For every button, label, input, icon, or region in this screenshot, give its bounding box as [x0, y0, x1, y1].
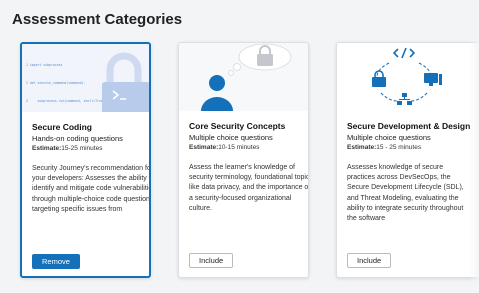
question-type: Multiple choice questions [189, 133, 273, 142]
card-description: Assess the learner's knowledge of securi… [189, 164, 309, 212]
include-button[interactable]: Include [189, 253, 234, 268]
remove-button[interactable]: Remove [32, 254, 80, 269]
person-icon [201, 75, 233, 111]
card-title: Core Security Concepts [189, 121, 286, 131]
include-button[interactable]: Include [347, 253, 392, 268]
card-secure-development-design[interactable]: Secure Development & Design Multiple cho… [336, 42, 479, 278]
network-icon [397, 93, 412, 105]
estimate: Estimate:15-25 minutes [32, 145, 102, 152]
estimate-label: Estimate: [189, 144, 219, 151]
estimate: Estimate:10-15 minutes [189, 144, 259, 151]
estimate: Estimate:15 - 25 minutes [347, 144, 421, 151]
computer-icon [424, 73, 442, 86]
estimate-value: 15-25 minutes [61, 145, 103, 152]
page-title: Assessment Categories [12, 11, 183, 28]
estimate-value: 15 - 25 minutes [376, 144, 422, 151]
card-image [179, 43, 308, 111]
card-image [337, 43, 479, 111]
lock-icon [372, 70, 386, 87]
card-title: Secure Development & Design [347, 121, 471, 131]
card-description: Security Journey's recommendation for yo… [32, 165, 151, 213]
code-brackets-icon [392, 47, 416, 59]
question-type: Hands-on coding questions [32, 134, 123, 143]
estimate-label: Estimate: [32, 145, 62, 152]
edge-fade [469, 0, 479, 293]
card-description: Assesses knowledge of secure practices a… [347, 164, 464, 223]
card-secure-coding[interactable]: 1 import subprocess 2 def execute_comman… [20, 42, 151, 278]
estimate-label: Estimate: [347, 144, 377, 151]
estimate-value: 10-15 minutes [218, 144, 260, 151]
terminal-icon [112, 90, 126, 100]
card-title: Secure Coding [32, 122, 92, 132]
question-type: Multiple choice questions [347, 133, 431, 142]
card-image: 1 import subprocess 2 def execute_comman… [22, 44, 149, 112]
card-core-security-concepts[interactable]: Core Security Concepts Multiple choice q… [178, 42, 309, 278]
